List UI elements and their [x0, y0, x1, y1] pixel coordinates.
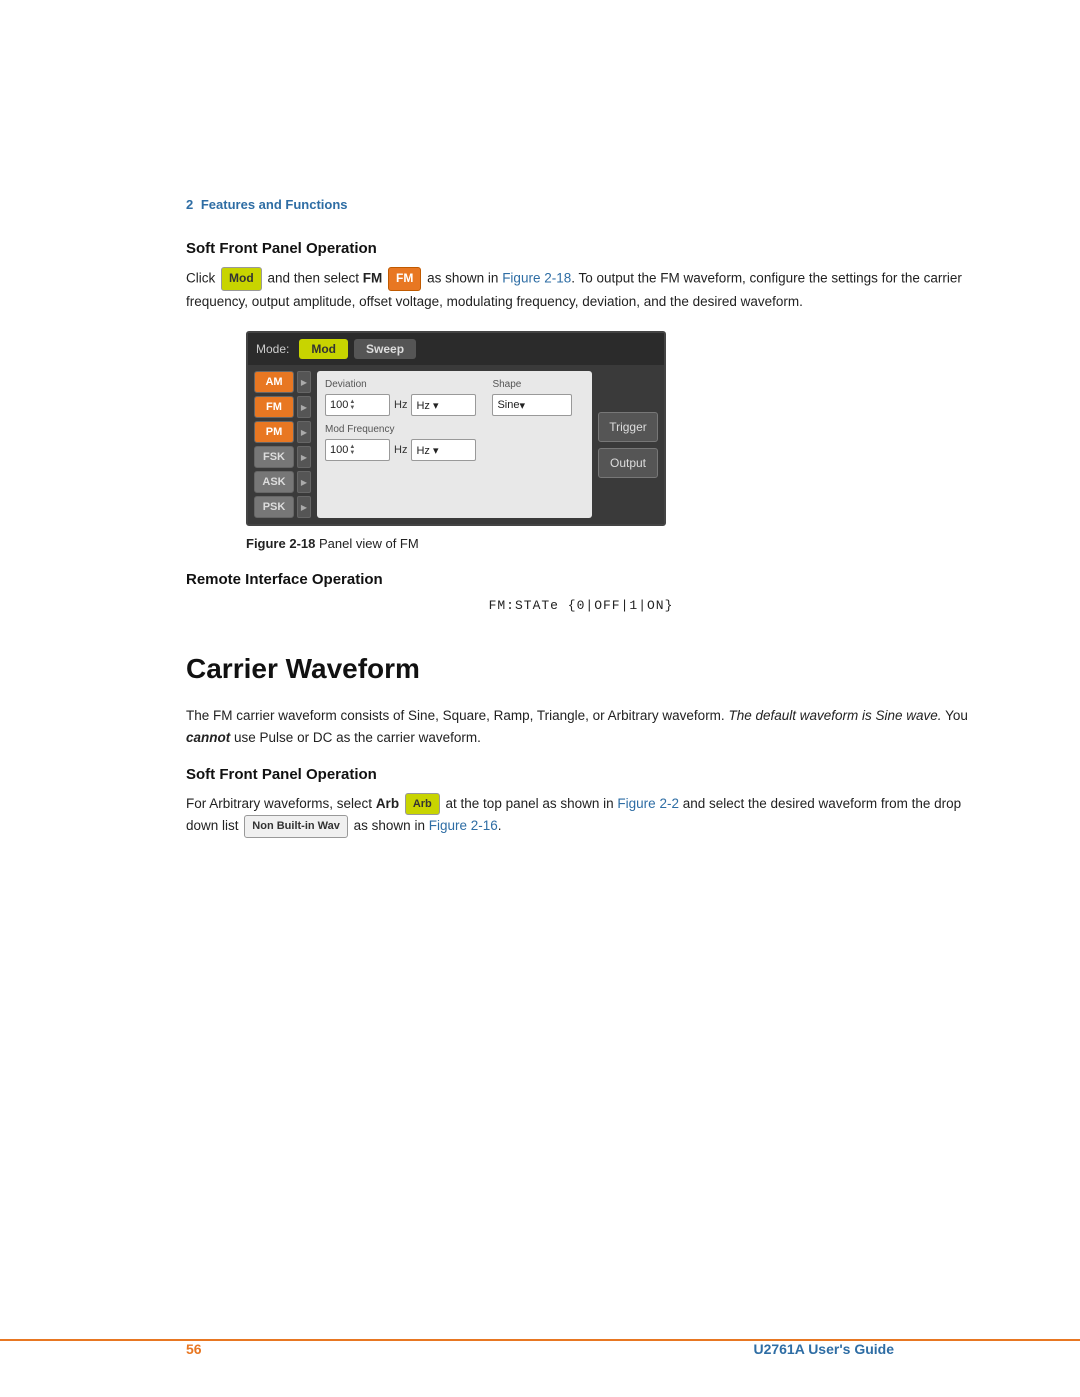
fm-button[interactable]: FM: [254, 396, 294, 418]
pm-button[interactable]: PM: [254, 421, 294, 443]
soft-front-panel-heading-1: Soft Front Panel Operation: [186, 240, 976, 257]
deviation-spinner[interactable]: ▲▼: [349, 399, 355, 411]
remote-code: FM:STATe {0|OFF|1|ON}: [186, 598, 976, 613]
figure-2-18-link[interactable]: Figure 2-18: [502, 270, 571, 285]
ask-mini-btn[interactable]: [297, 471, 311, 493]
deviation-group: Deviation 100 ▲▼ Hz Hz ▾: [325, 379, 476, 416]
mod-button-inline: Mod: [221, 267, 262, 291]
panel-right-buttons: Trigger Output: [598, 371, 658, 518]
ask-button[interactable]: ASK: [254, 471, 294, 493]
figure-number: 2-18: [289, 536, 315, 551]
sfp-paragraph-2: For Arbitrary waveforms, select Arb Arb …: [186, 793, 976, 838]
para1-between: and then select: [267, 270, 359, 285]
deviation-input[interactable]: 100 ▲▼: [325, 394, 390, 416]
sfp2-final: .: [498, 818, 502, 833]
sfp2-middle: at the top panel as shown in: [446, 796, 614, 811]
panel-topbar: Mode: Mod Sweep: [248, 333, 664, 365]
remote-interface-heading: Remote Interface Operation: [186, 571, 976, 588]
am-button[interactable]: AM: [254, 371, 294, 393]
panel-center: Deviation 100 ▲▼ Hz Hz ▾: [317, 371, 592, 518]
shape-input-row: Sine ▾: [492, 394, 572, 416]
fm-mini-btn[interactable]: [297, 396, 311, 418]
nonbuilt-dropdown-inline: Non Built-in Wav: [244, 815, 348, 837]
deviation-unit: Hz: [394, 399, 407, 411]
fsk-button[interactable]: FSK: [254, 446, 294, 468]
mod-freq-spinner[interactable]: ▲▼: [349, 444, 355, 456]
deviation-value: 100: [330, 399, 348, 411]
am-row: AM: [254, 371, 311, 393]
shape-value: Sine: [497, 399, 519, 411]
deviation-unit-select[interactable]: Hz ▾: [411, 394, 476, 416]
mod-freq-input[interactable]: 100 ▲▼: [325, 439, 390, 461]
carrier-body-text: The FM carrier waveform consists of Sine…: [186, 708, 725, 723]
mod-freq-unit-select[interactable]: Hz ▾: [411, 439, 476, 461]
carrier-cannot: cannot: [186, 730, 230, 745]
psk-row: PSK: [254, 496, 311, 518]
carrier-body2: You: [945, 708, 968, 723]
footer-page-number: 56: [186, 1341, 202, 1357]
fm-button-inline: FM: [388, 267, 421, 291]
fsk-row: FSK: [254, 446, 311, 468]
mode-label: Mode:: [256, 342, 289, 356]
shape-group: Shape Sine ▾: [492, 379, 572, 416]
fm-row: FM: [254, 396, 311, 418]
content-area: Soft Front Panel Operation Click Mod and…: [186, 240, 976, 850]
fsk-mini-btn[interactable]: [297, 446, 311, 468]
breadcrumb-section: Features and Functions: [201, 197, 348, 212]
mod-freq-unit: Hz: [394, 444, 407, 456]
pm-mini-btn[interactable]: [297, 421, 311, 443]
sfp2-end: as shown in: [354, 818, 425, 833]
panel-screenshot: Mode: Mod Sweep AM FM PM: [246, 331, 666, 526]
figure-2-16-link[interactable]: Figure 2-16: [429, 818, 498, 833]
deviation-input-row: 100 ▲▼ Hz Hz ▾: [325, 394, 476, 416]
mod-freq-input-row: 100 ▲▼ Hz Hz ▾: [325, 439, 584, 461]
carrier-body3: use Pulse or DC as the carrier waveform.: [234, 730, 481, 745]
carrier-body-paragraph: The FM carrier waveform consists of Sine…: [186, 705, 976, 750]
sfp-paragraph-1: Click Mod and then select FM FM as shown…: [186, 267, 976, 313]
soft-front-panel-heading-2: Soft Front Panel Operation: [186, 766, 976, 783]
mod-freq-label: Mod Frequency: [325, 424, 584, 435]
figure-2-2-link[interactable]: Figure 2-2: [617, 796, 679, 811]
mod-freq-group: Mod Frequency 100 ▲▼ Hz Hz ▾: [325, 424, 584, 461]
shape-label: Shape: [492, 379, 572, 390]
footer-guide-title: U2761A User's Guide: [753, 1341, 894, 1357]
ask-row: ASK: [254, 471, 311, 493]
para1-after: as shown in: [427, 270, 498, 285]
arb-button-inline: Arb: [405, 793, 440, 815]
mod-freq-value: 100: [330, 444, 348, 456]
sweep-tab[interactable]: Sweep: [354, 339, 416, 359]
figure-caption-2-18: Figure 2-18 Panel view of FM: [246, 536, 976, 551]
sfp2-before: For Arbitrary waveforms, select: [186, 796, 372, 811]
page-footer: 56 U2761A User's Guide: [0, 1339, 1080, 1357]
mod-tab[interactable]: Mod: [299, 339, 348, 359]
psk-mini-btn[interactable]: [297, 496, 311, 518]
trigger-button[interactable]: Trigger: [598, 412, 658, 442]
psk-button[interactable]: PSK: [254, 496, 294, 518]
shape-select[interactable]: Sine ▾: [492, 394, 572, 416]
output-button[interactable]: Output: [598, 448, 658, 478]
pm-row: PM: [254, 421, 311, 443]
deviation-label: Deviation: [325, 379, 476, 390]
panel-body: AM FM PM FSK: [248, 365, 664, 524]
breadcrumb: 2 Features and Functions: [186, 197, 348, 212]
carrier-italic: The default waveform is Sine wave.: [728, 708, 941, 723]
para1-before-mod: Click: [186, 270, 215, 285]
am-mini-btn[interactable]: [297, 371, 311, 393]
panel-left-buttons: AM FM PM FSK: [254, 371, 311, 518]
chapter-number: 2: [186, 197, 193, 212]
page-container: 2 Features and Functions Soft Front Pane…: [0, 0, 1080, 1397]
carrier-waveform-heading: Carrier Waveform: [186, 643, 976, 685]
